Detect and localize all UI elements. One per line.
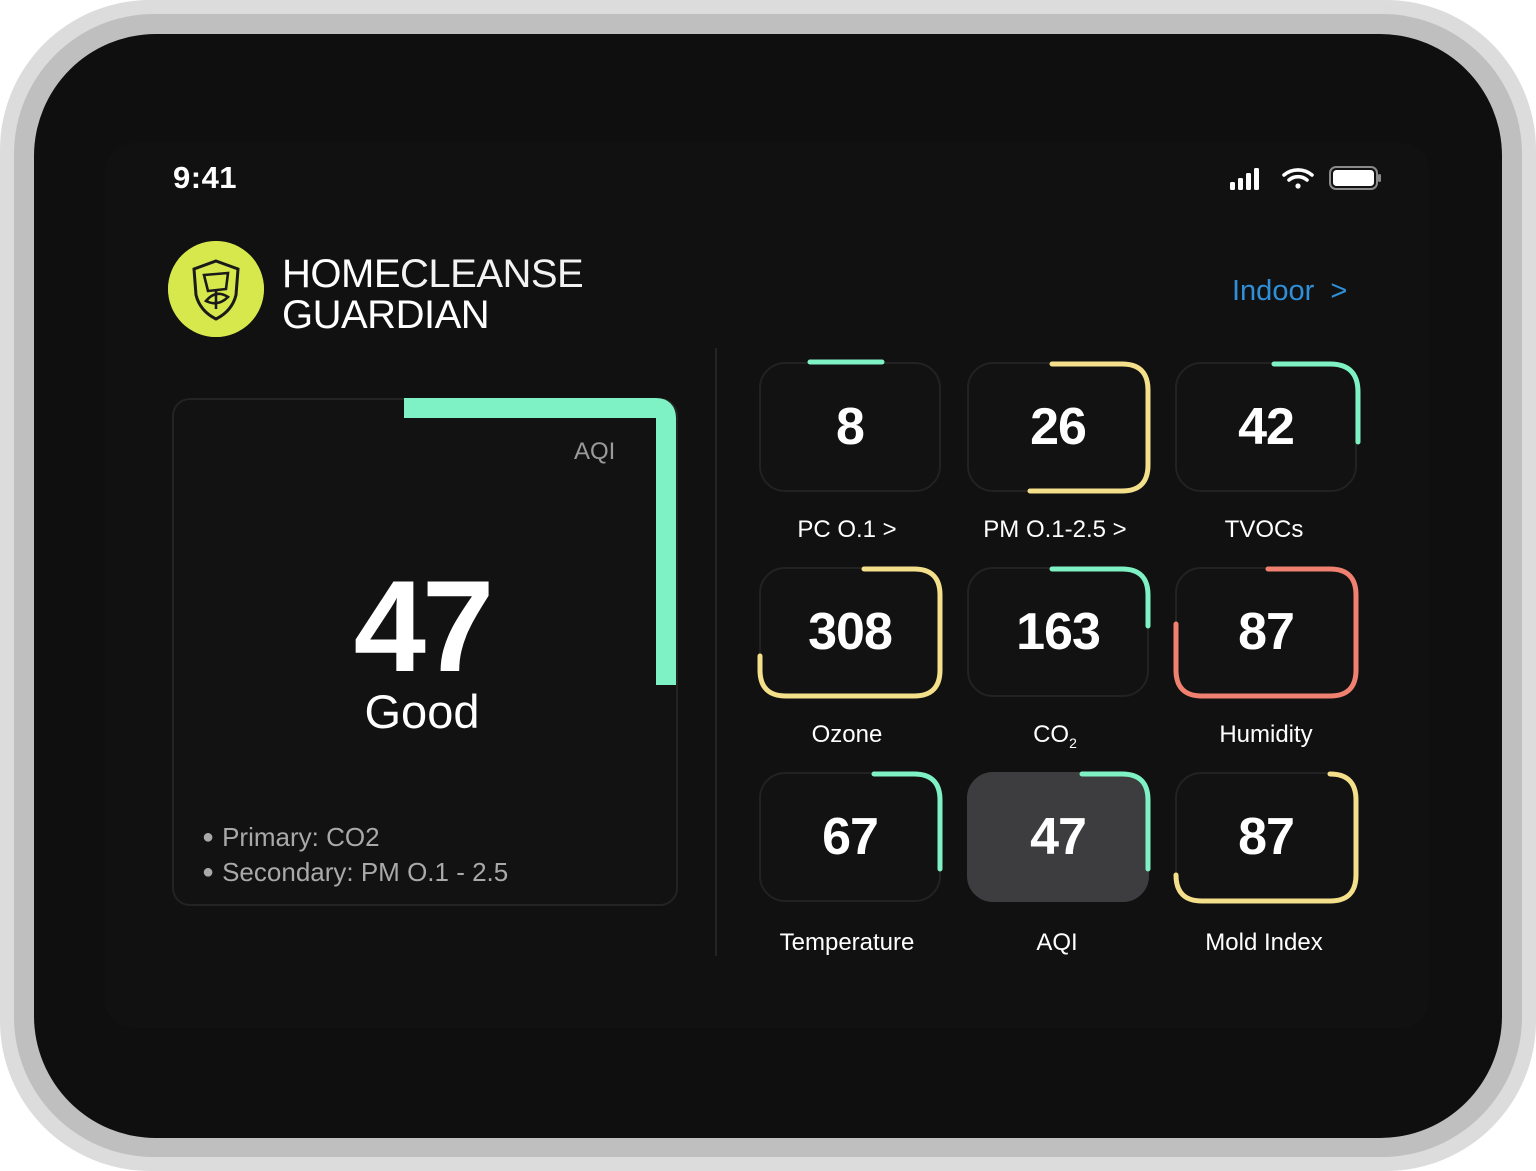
tile-tvocs[interactable]: 42: [1175, 362, 1357, 492]
wifi-icon: [1282, 168, 1314, 189]
secondary-pollutant-text: Secondary: PM O.1 - 2.5: [222, 857, 509, 887]
tile-label-temperature: Temperature: [779, 929, 915, 956]
tile-label-mold-index: Mold Index: [1205, 929, 1323, 956]
tile-label-pm-01-25[interactable]: PM O.1-2.5 >: [945, 516, 1165, 544]
status-time: 9:41: [173, 160, 238, 195]
bullet-icon: ●: [202, 861, 215, 883]
aqi-status: Good: [364, 685, 480, 738]
tile-value: 26: [1030, 398, 1087, 456]
tile-pm-01-25[interactable]: 26: [967, 362, 1149, 492]
tile-label-aqi: AQI: [1036, 929, 1078, 956]
co2-label-sub: 2: [1069, 734, 1077, 751]
tile-value: 42: [1238, 398, 1295, 456]
tile-label-pc-01[interactable]: PC O.1 >: [737, 516, 957, 544]
tile-label-tvocs: TVOCs: [1224, 516, 1304, 543]
tile-value: 308: [808, 603, 893, 661]
tile-mold-index[interactable]: 87: [1175, 772, 1357, 902]
tile-value: 87: [1238, 808, 1295, 866]
tile-label-co2: CO2: [945, 721, 1165, 751]
secondary-pollutant: ● Secondary: PM O.1 - 2.5: [202, 857, 508, 888]
status-icons: [1230, 166, 1381, 190]
brand-home: HOME: [282, 252, 401, 296]
primary-pollutant: ● Primary: CO2: [202, 822, 380, 853]
tile-value: 67: [822, 808, 879, 866]
tile-pc-01[interactable]: 8: [759, 362, 941, 492]
tile-value: 87: [1238, 603, 1295, 661]
brand-cleanse: CLEANSE: [400, 252, 584, 296]
tile-humidity[interactable]: 87: [1175, 567, 1357, 697]
primary-pollutant-text: Primary: CO2: [222, 822, 380, 852]
aqi-value: 47: [353, 553, 495, 699]
tile-value: 47: [1030, 808, 1087, 866]
location-label: Indoor: [1232, 275, 1315, 307]
tile-temperature[interactable]: 67: [759, 772, 941, 902]
brand-name-line1: HOMECLEANSE: [282, 252, 584, 297]
tile-label-ozone: Ozone: [811, 721, 883, 748]
chevron-right-icon: >: [1330, 275, 1348, 307]
vertical-divider: [715, 348, 717, 956]
tile-value: 8: [836, 398, 865, 456]
bullet-icon: ●: [202, 826, 215, 848]
shield-leaf-icon: [168, 241, 264, 337]
tile-ozone[interactable]: 308: [759, 567, 941, 697]
battery-icon: [1329, 166, 1381, 190]
brand-name-line2: GUARDIAN: [282, 293, 490, 337]
aqi-label: AQI: [574, 438, 616, 465]
tile-aqi[interactable]: 47: [967, 772, 1149, 902]
tile-value: 163: [1016, 603, 1101, 661]
location-selector[interactable]: Indoor >: [1232, 275, 1347, 308]
co2-label-main: CO: [1033, 721, 1070, 748]
tile-label-humidity: Humidity: [1219, 721, 1313, 748]
tile-co2[interactable]: 163: [967, 567, 1149, 697]
cellular-signal-icon: [1230, 168, 1259, 190]
